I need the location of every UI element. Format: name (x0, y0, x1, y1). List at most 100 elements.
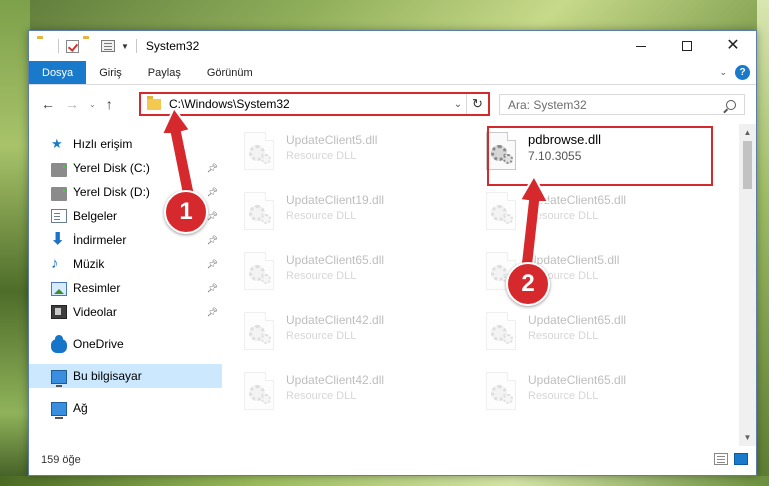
dll-file-icon (242, 192, 276, 232)
file-type: Resource DLL (286, 150, 357, 162)
folder-icon[interactable] (37, 39, 51, 53)
computer-icon (51, 369, 67, 387)
file-name: UpdateClient42.dll (286, 373, 385, 387)
expand-ribbon-chevron-icon[interactable]: ⌄ (719, 67, 727, 78)
download-icon: ⬇ (51, 231, 65, 248)
toolbar-divider (58, 39, 59, 53)
annotation-step-1: 1 (164, 190, 208, 234)
status-bar: 159 öğe (29, 445, 756, 475)
dll-file-icon (242, 132, 276, 172)
address-bar[interactable]: C:\Windows\System32 ⌄ ↻ (139, 92, 490, 116)
sidebar-item-videos[interactable]: Videolar 📌︎ (29, 300, 222, 324)
window-title: System32 (145, 39, 200, 53)
file-list: UpdateClient5.dll Resource DLL UpdateClie… (222, 124, 756, 446)
chevron-down-icon[interactable]: ⌄ (450, 99, 466, 110)
sidebar-item-label: İndirmeler (73, 233, 127, 247)
item-count: 159 öğe (41, 454, 81, 466)
file-type: Resource DLL (528, 210, 599, 222)
file-item[interactable]: UpdateClient65.dll Resource DLL (242, 248, 462, 300)
chevron-down-icon[interactable]: ▼ (121, 42, 129, 51)
large-icons-view-icon[interactable] (734, 453, 748, 465)
dll-file-icon (484, 372, 518, 412)
ribbon-right-controls: ⌄ ? (719, 65, 750, 80)
file-item[interactable]: UpdateClient65.dll Resource DLL (484, 308, 704, 360)
vertical-scrollbar[interactable]: ▲ ▼ (739, 124, 756, 446)
sidebar-item-onedrive[interactable]: OneDrive (29, 332, 222, 356)
file-type: Resource DLL (286, 390, 357, 402)
refresh-button[interactable]: ↻ (466, 94, 488, 114)
up-arrow-icon[interactable]: ↑ (106, 96, 113, 112)
dll-file-icon (242, 312, 276, 352)
sidebar-item-pictures[interactable]: Resimler 📌︎ (29, 276, 222, 300)
scroll-up-arrow-icon[interactable]: ▲ (739, 124, 756, 141)
title-bar: ▼ System32 ✕ (29, 31, 756, 61)
tab-share[interactable]: Paylaş (135, 61, 194, 84)
pin-icon[interactable]: 📌︎ (207, 187, 218, 198)
sidebar-item-network[interactable]: Ağ (29, 396, 222, 420)
sidebar-item-label: Videolar (73, 305, 117, 319)
customize-toolbar-icon[interactable] (101, 40, 115, 52)
pin-icon[interactable]: 📌︎ (207, 163, 218, 174)
sidebar-item-label: Müzik (73, 257, 105, 271)
sidebar-item-local-disk-c[interactable]: Yerel Disk (C:) 📌︎ (29, 156, 222, 180)
dll-file-icon (484, 192, 518, 232)
minimize-icon (636, 45, 646, 47)
file-type: Resource DLL (286, 270, 357, 282)
explorer-body: ★ Hızlı erişim Yerel Disk (C:) 📌︎ Yerel … (29, 124, 756, 446)
forward-arrow-icon[interactable]: → (65, 96, 79, 112)
network-icon (51, 401, 67, 419)
pin-icon[interactable]: 📌︎ (207, 259, 218, 270)
new-folder-icon[interactable] (83, 39, 97, 53)
back-arrow-icon[interactable]: ← (41, 96, 55, 112)
toolbar-divider (135, 39, 137, 53)
recent-locations-chevron-icon[interactable]: ⌄ (89, 100, 96, 109)
tab-file[interactable]: Dosya (29, 61, 87, 84)
sidebar-item-label: Yerel Disk (D:) (73, 185, 150, 199)
dll-file-icon (242, 372, 276, 412)
pin-icon[interactable]: 📌︎ (207, 235, 218, 246)
window-controls: ✕ (618, 31, 756, 61)
video-icon (51, 305, 67, 319)
scrollbar-thumb[interactable] (743, 141, 752, 189)
address-path[interactable]: C:\Windows\System32 (169, 97, 450, 111)
annotation-step-2: 2 (506, 262, 550, 306)
file-item[interactable]: UpdateClient42.dll Resource DLL (242, 308, 462, 360)
properties-check-icon[interactable] (66, 39, 79, 53)
details-view-icon[interactable] (714, 453, 728, 465)
sidebar-item-label: Resimler (73, 281, 121, 295)
sidebar-item-label: Belgeler (73, 209, 118, 223)
sidebar-item-music[interactable]: ♪ Müzik 📌︎ (29, 252, 222, 276)
tab-view[interactable]: Görünüm (194, 61, 266, 84)
tab-home[interactable]: Giriş (86, 61, 135, 84)
search-icon[interactable] (726, 99, 736, 110)
file-item[interactable]: UpdateClient42.dll Resource DLL (242, 368, 462, 420)
file-item[interactable]: UpdateClient65.dll Resource DLL (484, 368, 704, 420)
dll-file-icon (484, 132, 518, 172)
file-item[interactable]: UpdateClient5.dll Resource DLL (242, 128, 462, 180)
document-icon (51, 209, 67, 223)
file-explorer-window: ▼ System32 ✕ Dosya Giriş Paylaş Görünüm … (28, 30, 757, 476)
sidebar-item-label: OneDrive (73, 337, 124, 351)
file-item[interactable]: UpdateClient19.dll Resource DLL (242, 188, 462, 240)
file-name: UpdateClient5.dll (528, 253, 620, 267)
file-item-pdbrowse[interactable]: pdbrowse.dll 7.10.3055 (484, 128, 704, 180)
pin-icon[interactable]: 📌︎ (207, 307, 218, 318)
folder-icon (147, 95, 161, 110)
navigation-buttons: ← → ⌄ ↑ (29, 96, 139, 112)
pin-icon[interactable]: 📌︎ (207, 211, 218, 222)
sidebar-item-label: Hızlı erişim (73, 137, 133, 151)
file-name: UpdateClient65.dll (528, 313, 627, 327)
close-button[interactable]: ✕ (710, 31, 756, 61)
desktop-background-left (0, 0, 30, 486)
maximize-button[interactable] (664, 31, 710, 61)
file-name: UpdateClient42.dll (286, 313, 385, 327)
close-icon: ✕ (726, 37, 740, 54)
help-icon[interactable]: ? (735, 65, 750, 80)
search-input[interactable]: Ara: System32 (499, 94, 745, 115)
scroll-down-arrow-icon[interactable]: ▼ (739, 429, 756, 446)
minimize-button[interactable] (618, 31, 664, 61)
sidebar-item-this-pc[interactable]: Bu bilgisayar (29, 364, 222, 388)
pin-icon[interactable]: 📌︎ (207, 283, 218, 294)
sidebar-item-quick-access[interactable]: ★ Hızlı erişim (29, 132, 222, 156)
file-item[interactable]: UpdateClient65.dll Resource DLL (484, 188, 704, 240)
